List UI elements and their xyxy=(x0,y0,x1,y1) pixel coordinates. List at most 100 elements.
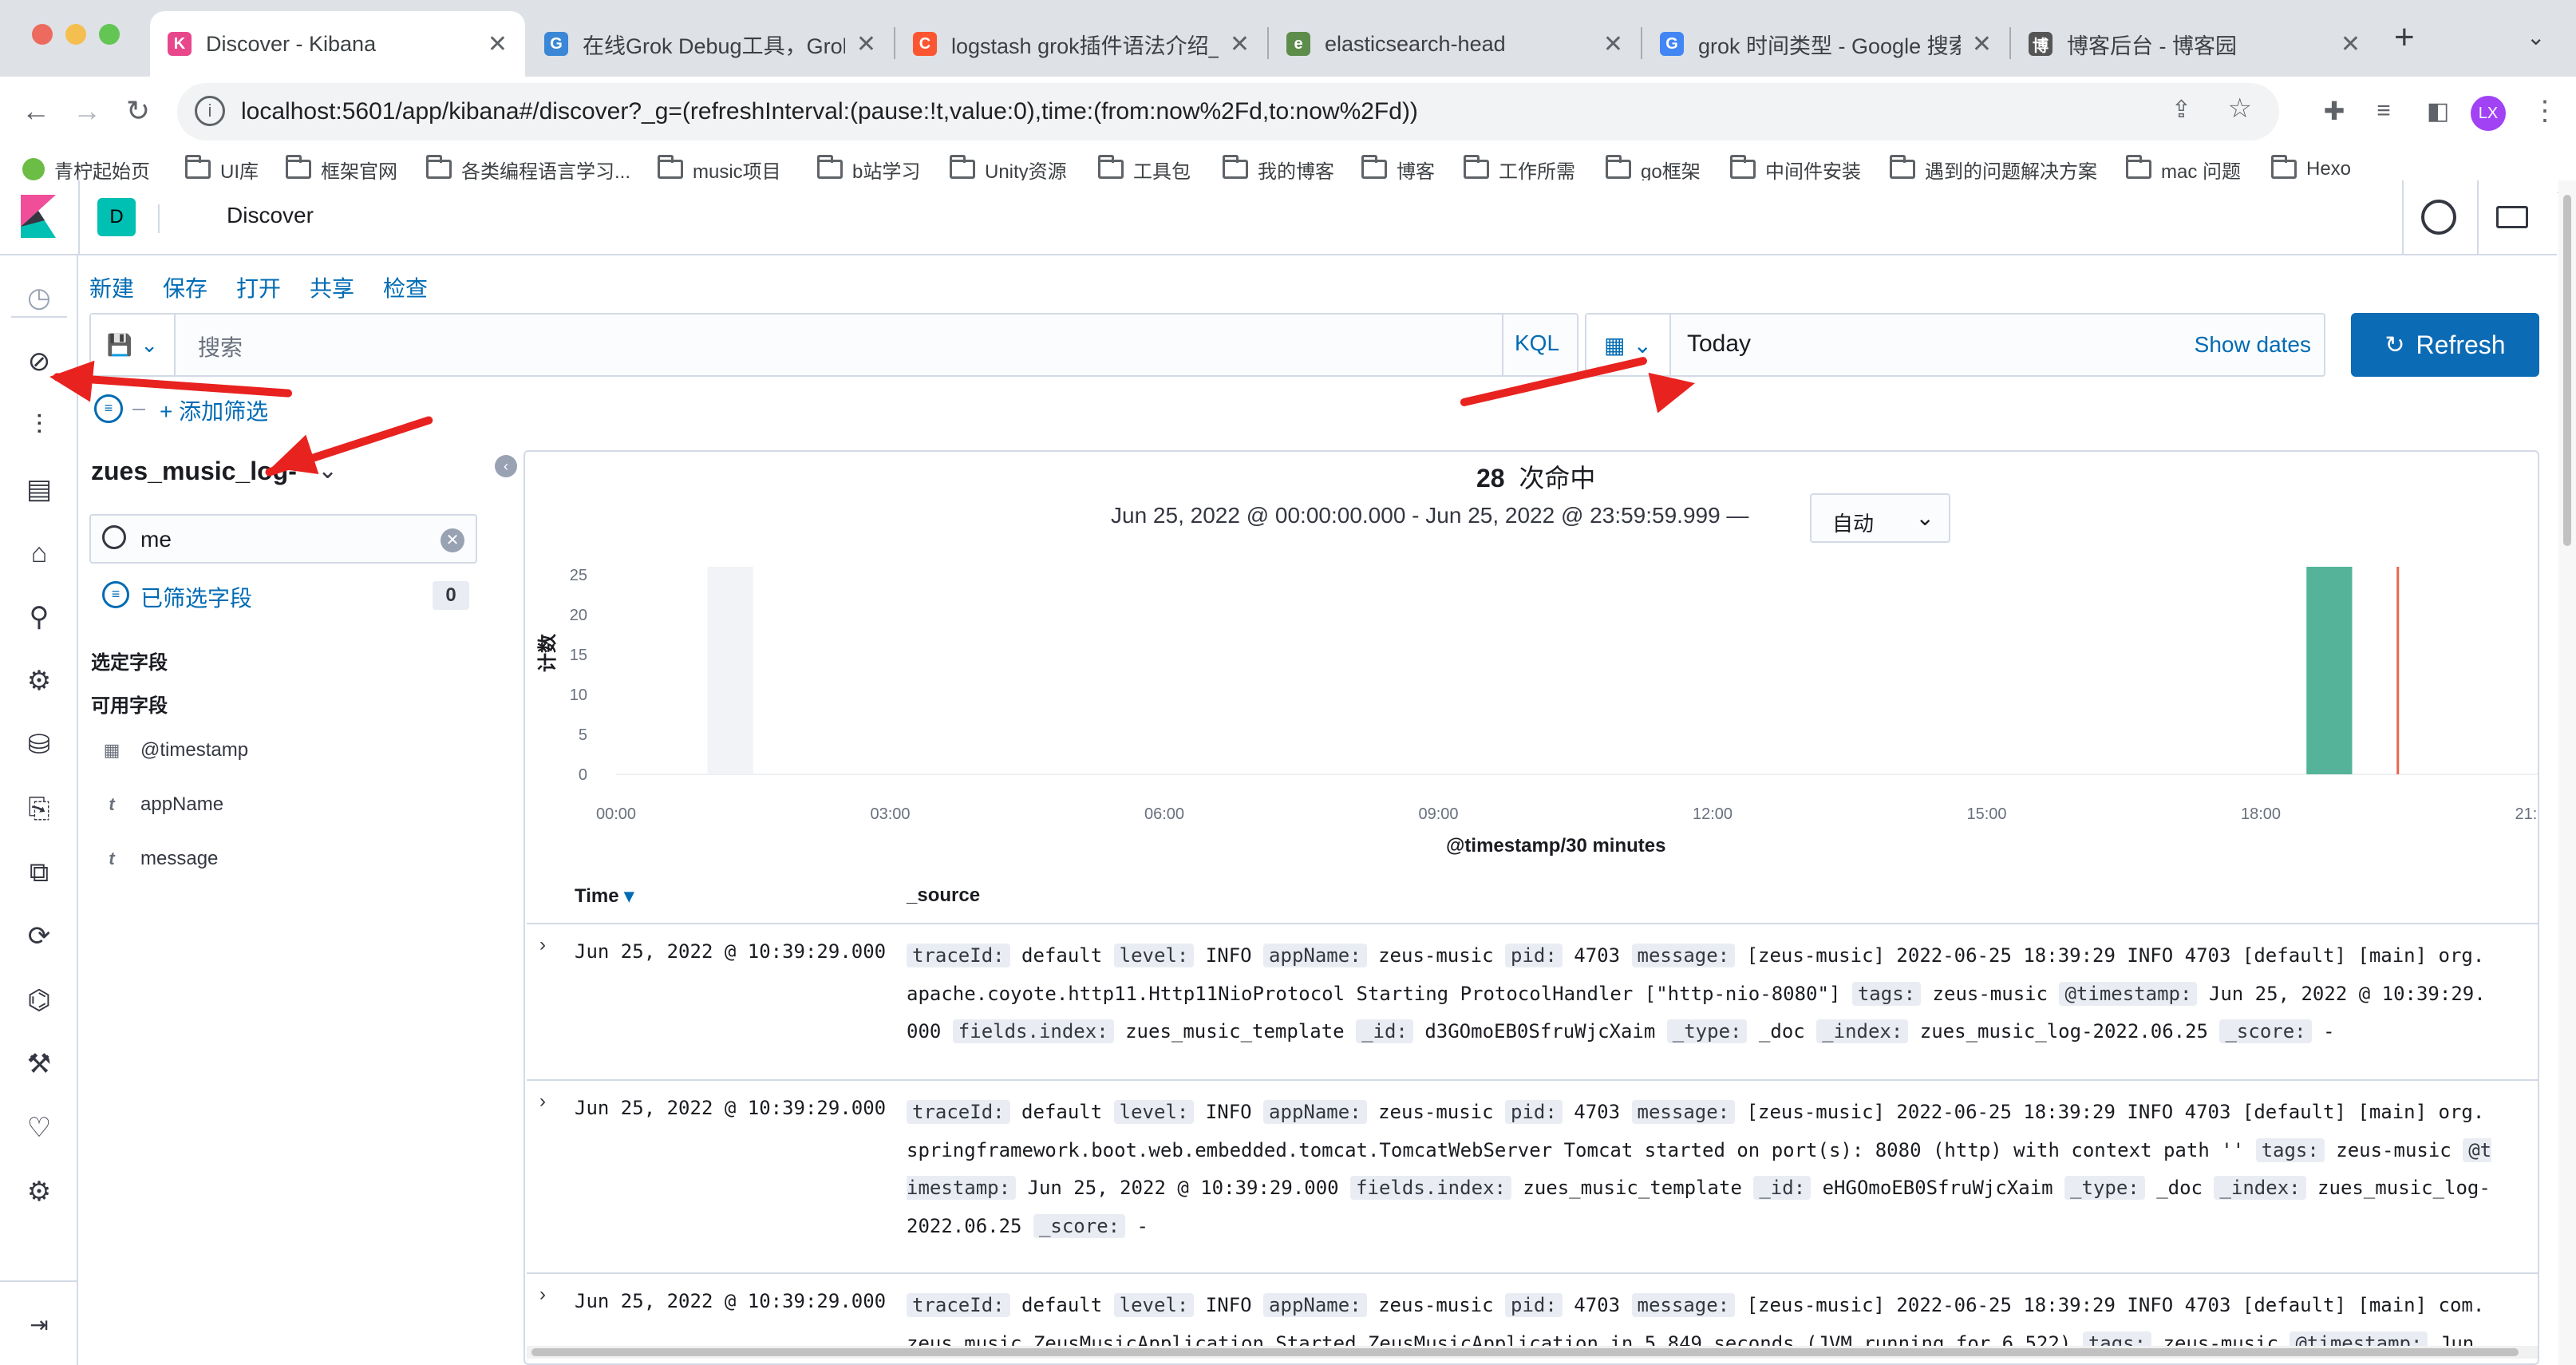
table-row: › Jun 25, 2022 @ 10:39:29.000 traceId: d… xyxy=(527,1079,2538,1272)
new-tab-button[interactable]: + xyxy=(2394,18,2415,57)
field-item-appname[interactable]: t appName xyxy=(101,793,223,816)
clear-icon[interactable]: ✕ xyxy=(441,528,464,552)
media-control-icon[interactable]: ≡ xyxy=(2364,91,2404,131)
menu-share[interactable]: 共享 xyxy=(310,271,354,303)
search-input[interactable]: 搜索 xyxy=(198,330,243,362)
apm-icon[interactable]: ⧉ xyxy=(21,854,57,891)
dashboard-icon[interactable]: ▤ xyxy=(21,471,57,508)
x-tick-label: 03:00 xyxy=(870,805,910,823)
field-item-message[interactable]: t message xyxy=(101,848,218,870)
hits-header: 28 次命中 xyxy=(1476,458,1595,495)
field-key-tag: traceId: xyxy=(907,1100,1010,1124)
filtered-fields-toggle[interactable]: 已筛选字段 xyxy=(140,581,252,613)
field-key-tag: fields.index: xyxy=(952,1019,1114,1043)
field-key-tag: _score: xyxy=(1033,1213,1126,1238)
folder-icon xyxy=(426,155,452,179)
space-avatar[interactable]: D xyxy=(97,198,136,236)
forward-arrow-icon[interactable]: → xyxy=(67,91,107,131)
refresh-button[interactable]: ↻ Refresh xyxy=(2351,313,2539,377)
add-filter-button[interactable]: + 添加筛选 xyxy=(160,394,268,426)
show-dates-link[interactable]: Show dates xyxy=(2195,332,2311,358)
close-icon[interactable]: ✕ xyxy=(488,30,508,58)
kql-toggle[interactable]: KQL xyxy=(1515,330,1559,356)
expand-row-chevron-icon[interactable]: › xyxy=(539,934,546,956)
browser-tab-csdn[interactable]: C logstash grok插件语法介绍_这 ✕ xyxy=(895,11,1267,77)
share-icon[interactable]: ⇪ xyxy=(2171,96,2191,124)
maximize-window-button[interactable] xyxy=(99,24,120,45)
scroll-thumb[interactable] xyxy=(531,1348,2519,1356)
col-header-time[interactable]: Time ▾ xyxy=(575,884,634,908)
infrastructure-icon[interactable]: ⛁ xyxy=(21,726,57,763)
collapse-sidebar-icon[interactable]: ‹ xyxy=(495,455,517,477)
x-tick-label: 00:00 xyxy=(596,805,636,823)
cnblogs-icon: 博 xyxy=(2029,32,2053,56)
siem-icon[interactable]: ⌬ xyxy=(21,982,57,1019)
tab-search-chevron-icon[interactable]: ⌄ xyxy=(2527,24,2545,50)
saved-query-button[interactable]: 💾 ⌄ xyxy=(91,315,176,375)
field-search-input[interactable]: me xyxy=(140,527,172,552)
more-vert-icon[interactable]: ⋮ xyxy=(2525,91,2565,131)
close-icon[interactable]: ✕ xyxy=(1603,30,1623,58)
field-key-tag: level: xyxy=(1113,944,1195,967)
chevron-down-icon[interactable]: ⌄ xyxy=(318,457,338,485)
bookmark-star-icon[interactable]: ☆ xyxy=(2228,93,2252,125)
page-title[interactable]: Discover xyxy=(227,203,314,228)
mail-icon[interactable] xyxy=(2496,206,2528,228)
close-icon[interactable]: ✕ xyxy=(1230,30,1250,58)
time-range-value[interactable]: Today xyxy=(1687,330,1751,358)
string-type-icon: t xyxy=(109,849,115,868)
field-key-tag: fields.index: xyxy=(1350,1176,1511,1200)
canvas-icon[interactable]: ⌂ xyxy=(21,535,57,572)
refresh-icon: ↻ xyxy=(2384,331,2405,358)
kibana-logo[interactable] xyxy=(21,195,56,238)
browser-tab-kibana[interactable]: K Discover - Kibana ✕ xyxy=(150,11,525,77)
vertical-scrollbar[interactable] xyxy=(2558,180,2576,1365)
dev-tools-wrench-icon[interactable]: ⚒ xyxy=(21,1046,57,1082)
sort-desc-icon[interactable]: ▾ xyxy=(624,885,634,907)
field-item-timestamp[interactable]: ▦ @timestamp xyxy=(101,739,248,762)
field-value: _doc xyxy=(1747,1020,1817,1043)
monitoring-heartbeat-icon[interactable]: ♡ xyxy=(21,1110,57,1146)
field-key-tag: tags: xyxy=(2255,1138,2325,1162)
uptime-icon[interactable]: ⟳ xyxy=(21,918,57,955)
field-value: - xyxy=(1125,1214,1149,1237)
header-divider xyxy=(2402,180,2404,255)
filter-options-icon[interactable]: ≡ xyxy=(94,394,123,423)
info-icon[interactable]: i xyxy=(195,96,225,126)
close-window-button[interactable] xyxy=(32,24,53,45)
browser-tab-cnblogs[interactable]: 博 博客后台 - 博客园 ✕ xyxy=(2011,11,2378,77)
avatar[interactable]: LX xyxy=(2471,96,2506,131)
side-panel-icon[interactable]: ◧ xyxy=(2418,91,2458,131)
expand-row-chevron-icon[interactable]: › xyxy=(539,1284,546,1306)
management-gear-icon[interactable]: ⚙ xyxy=(21,1173,57,1210)
extensions-icon[interactable]: ✚ xyxy=(2314,91,2354,131)
field-value: 4703 xyxy=(1562,1101,1632,1123)
menu-open[interactable]: 打开 xyxy=(236,271,281,303)
horizontal-scrollbar[interactable] xyxy=(527,1346,2538,1359)
interval-select[interactable]: 自动 ⌄ xyxy=(1810,493,1950,543)
menu-new[interactable]: 新建 xyxy=(89,271,134,303)
browser-tab-es-head[interactable]: e elasticsearch-head ✕ xyxy=(1269,11,1641,77)
minimize-window-button[interactable] xyxy=(65,24,86,45)
collapse-nav-icon[interactable]: ⇥ xyxy=(21,1306,57,1343)
browser-tab-google[interactable]: G grok 时间类型 - Google 搜索 ✕ xyxy=(1642,11,2009,77)
scroll-thumb[interactable] xyxy=(2563,195,2571,546)
logs-icon[interactable]: ⎘ xyxy=(21,790,57,827)
recently-viewed-clock-icon[interactable]: ◷ xyxy=(21,279,57,316)
x-tick-label: 15:00 xyxy=(1966,805,2006,823)
maps-icon[interactable]: ⚲ xyxy=(21,599,57,635)
menu-inspect[interactable]: 检查 xyxy=(383,271,428,303)
expand-row-chevron-icon[interactable]: › xyxy=(539,1090,546,1113)
visualize-icon[interactable]: ⫶ xyxy=(21,407,57,444)
reload-icon[interactable]: ↻ xyxy=(118,91,158,131)
browser-tab-grok-debug[interactable]: G 在线Grok Debug工具，Grok校 ✕ xyxy=(527,11,894,77)
ml-icon[interactable]: ⚙ xyxy=(21,663,57,699)
close-icon[interactable]: ✕ xyxy=(1972,30,1992,58)
help-lifebuoy-icon[interactable] xyxy=(2421,200,2456,235)
calendar-icon: ▦ xyxy=(1604,332,1626,358)
menu-save[interactable]: 保存 xyxy=(163,271,207,303)
close-icon[interactable]: ✕ xyxy=(856,30,876,58)
back-arrow-icon[interactable]: ← xyxy=(16,91,56,131)
address-bar[interactable]: i localhost:5601/app/kibana#/discover?_g… xyxy=(177,83,2279,140)
close-icon[interactable]: ✕ xyxy=(2341,30,2361,58)
